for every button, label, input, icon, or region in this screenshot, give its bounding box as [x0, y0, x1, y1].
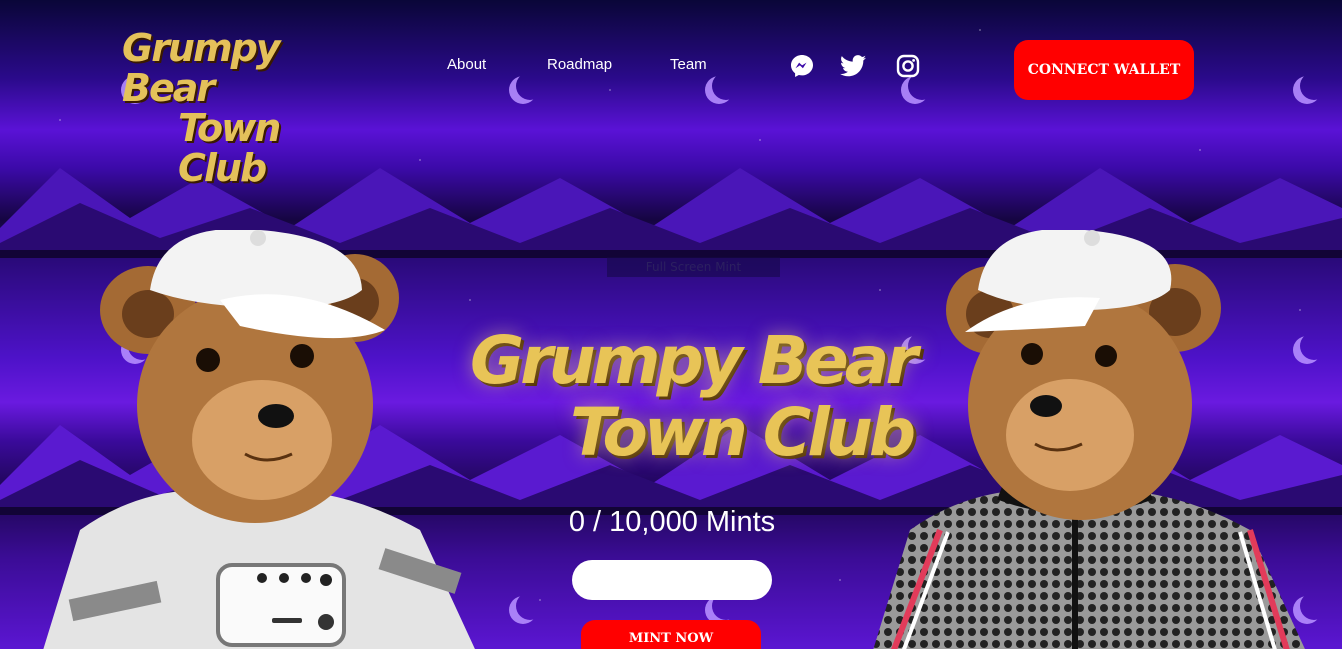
mint-subnav: Full Screen Mint: [607, 257, 780, 277]
mint-counter: 0 / 10,000 Mints: [568, 506, 776, 538]
twitter-icon[interactable]: [840, 53, 866, 79]
bear-tracksuit-illustration: [873, 230, 1305, 649]
hero-title-line2: Town Club: [570, 394, 916, 471]
instagram-icon[interactable]: [895, 53, 921, 79]
mint-now-button[interactable]: MINT NOW: [581, 620, 761, 649]
moon-icon: [516, 592, 544, 620]
nav-link-roadmap[interactable]: Roadmap: [547, 56, 612, 73]
nav-link-team[interactable]: Team: [670, 56, 707, 73]
bear-astronaut-illustration: [43, 230, 475, 649]
nav-link-about[interactable]: About: [447, 56, 486, 73]
site-logo[interactable]: Grumpy Bear Town Club: [122, 26, 362, 188]
hero-title: Grumpy Bear Town Club: [470, 325, 920, 485]
site-header: Grumpy Bear Town Club About Roadmap Team…: [0, 0, 1342, 188]
logo-line2: Town Club: [178, 106, 281, 190]
logo-line1: Grumpy Bear: [122, 26, 281, 110]
connect-wallet-button[interactable]: CONNECT WALLET: [1014, 40, 1194, 100]
messenger-icon[interactable]: [789, 53, 815, 79]
mint-amount-input[interactable]: [572, 560, 772, 600]
hero-title-line1: Grumpy Bear: [470, 322, 918, 399]
